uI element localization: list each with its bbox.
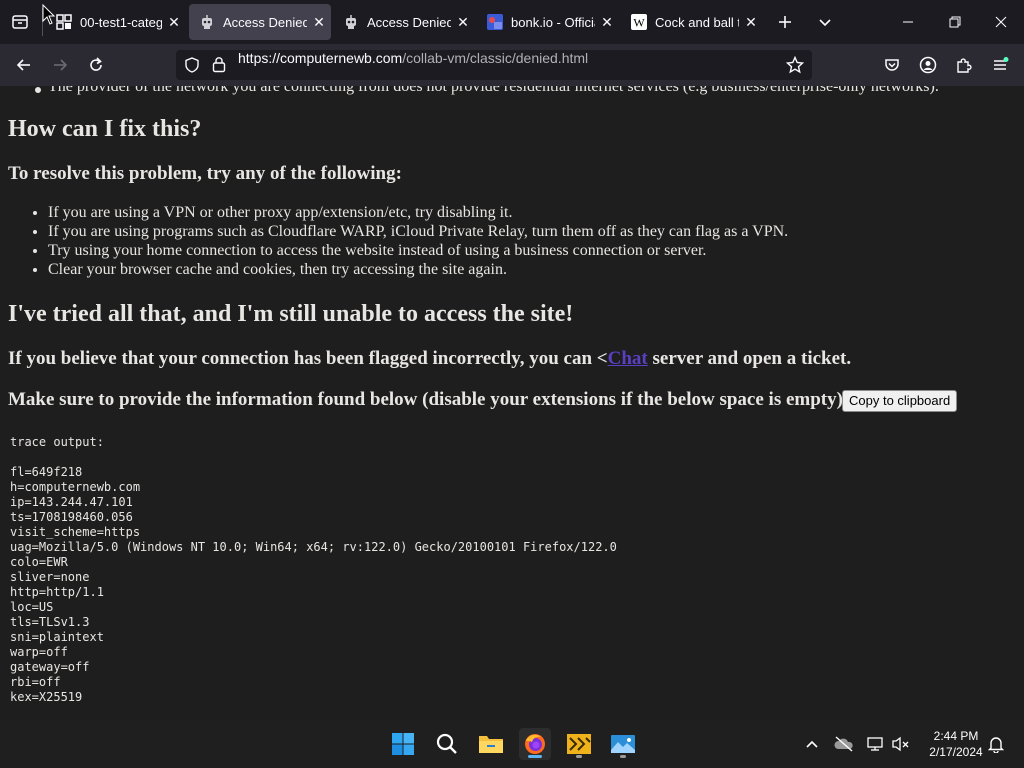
robot-favicon-icon [199,14,215,30]
still-unable-heading: I've tried all that, and I'm still unabl… [8,301,574,327]
back-icon[interactable] [9,50,39,80]
minimize-window-icon[interactable] [893,7,923,37]
tab-bonk[interactable]: bonk.io - Official ✕ [477,4,619,40]
notifications-bell-icon[interactable] [985,734,1007,754]
firefox-view-icon[interactable] [5,7,35,37]
provide-info-text: Make sure to provide the information fou… [8,389,850,410]
network-icon[interactable] [865,734,887,754]
app-menu-icon[interactable] [985,50,1015,80]
tab-00-test1[interactable]: 00-test1-category ✕ [46,4,186,40]
new-tab-icon[interactable] [770,7,800,37]
trace-output: trace output: fl=649f218 h=computernewb.… [10,435,617,704]
mouse-cursor-icon [42,3,56,31]
url-path: /collab-vm/classic/denied.html [402,50,589,66]
tracking-shield-icon[interactable] [184,57,200,78]
list-all-tabs-icon[interactable] [810,7,840,37]
address-bar[interactable]: https://computernewb.com/collab-vm/class… [176,50,812,80]
tab-wikipedia[interactable]: W Cock and ball to ✕ [621,4,763,40]
cut-off-list-item: The provider of the network you are conn… [35,86,939,96]
tab-label: Cock and ball to [655,14,739,30]
tab-label: Access Denied [367,14,451,30]
list-item: Clear your browser cache and cookies, th… [48,260,788,279]
list-item: If you are using programs such as Cloudf… [48,222,788,241]
flagged-paragraph: If you believe that your connection has … [8,348,851,370]
reload-icon[interactable] [81,50,111,80]
restore-window-icon[interactable] [940,7,970,37]
active-app-indicator [528,755,542,758]
forward-icon[interactable] [45,50,75,80]
tab-access-denied-active[interactable]: Access Denied ✕ [189,4,331,40]
volume-muted-icon[interactable] [890,734,912,754]
fix-list: If you are using a VPN or other proxy ap… [0,203,788,279]
page-content: The provider of the network you are conn… [0,86,1024,720]
onedrive-offline-icon[interactable] [833,734,855,754]
tab-label: Access Denied [223,14,307,30]
running-app-indicator [620,755,626,758]
robot-favicon-icon [343,14,359,30]
wikipedia-favicon-icon: W [631,14,647,30]
close-tab-icon[interactable]: ✕ [595,14,619,31]
file-explorer-icon[interactable] [475,728,507,760]
extensions-puzzle-icon[interactable] [949,50,979,80]
chat-link[interactable]: Chat [608,348,648,369]
flagged-text: If you believe that your connection has … [8,348,608,369]
tab-bar: 00-test1-category ✕ Access Denied ✕ Acce… [0,0,1024,44]
close-tab-icon[interactable]: ✕ [739,14,763,31]
show-hidden-icons-chevron-icon[interactable] [801,734,823,754]
fix-subheading: To resolve this problem, try any of the … [8,163,402,184]
copy-to-clipboard-button[interactable]: Copy to clipboard [842,390,958,412]
lock-icon[interactable] [211,56,227,78]
list-item: If you are using a VPN or other proxy ap… [48,203,788,222]
firefox-icon[interactable] [519,728,551,760]
tab-access-denied[interactable]: Access Denied ✕ [333,4,475,40]
close-tab-icon[interactable]: ✕ [307,14,331,31]
clock-date: 2/17/2024 [929,745,983,759]
clock-time: 2:44 PM [933,729,979,743]
system-clock[interactable]: 2:44 PM 2/17/2024 [918,728,994,760]
url-text: https://computernewb.com/collab-vm/class… [238,50,588,66]
fix-heading: How can I fix this? [8,116,202,142]
account-icon[interactable] [913,50,943,80]
running-app-indicator [576,755,582,758]
close-tab-icon[interactable]: ✕ [451,14,475,31]
svg-text:W: W [633,16,645,30]
windows-start-icon[interactable] [387,728,419,760]
search-icon[interactable] [431,728,463,760]
close-tab-icon[interactable]: ✕ [162,14,186,31]
url-host: https://computernewb.com [238,50,403,66]
flagged-text-end: server and open a ticket. [647,348,852,369]
pocket-icon[interactable] [877,50,907,80]
bonk-favicon-icon [487,14,503,30]
tab-label: 00-test1-category [80,14,162,30]
list-item: Try using your home connection to access… [48,241,788,260]
app-photos-icon[interactable] [607,728,639,760]
close-window-icon[interactable] [986,7,1016,37]
grid-favicon-icon [56,14,72,30]
tab-label: bonk.io - Official [511,14,595,30]
app-yellow-icon[interactable] [563,728,595,760]
bookmark-star-icon[interactable] [785,55,805,79]
